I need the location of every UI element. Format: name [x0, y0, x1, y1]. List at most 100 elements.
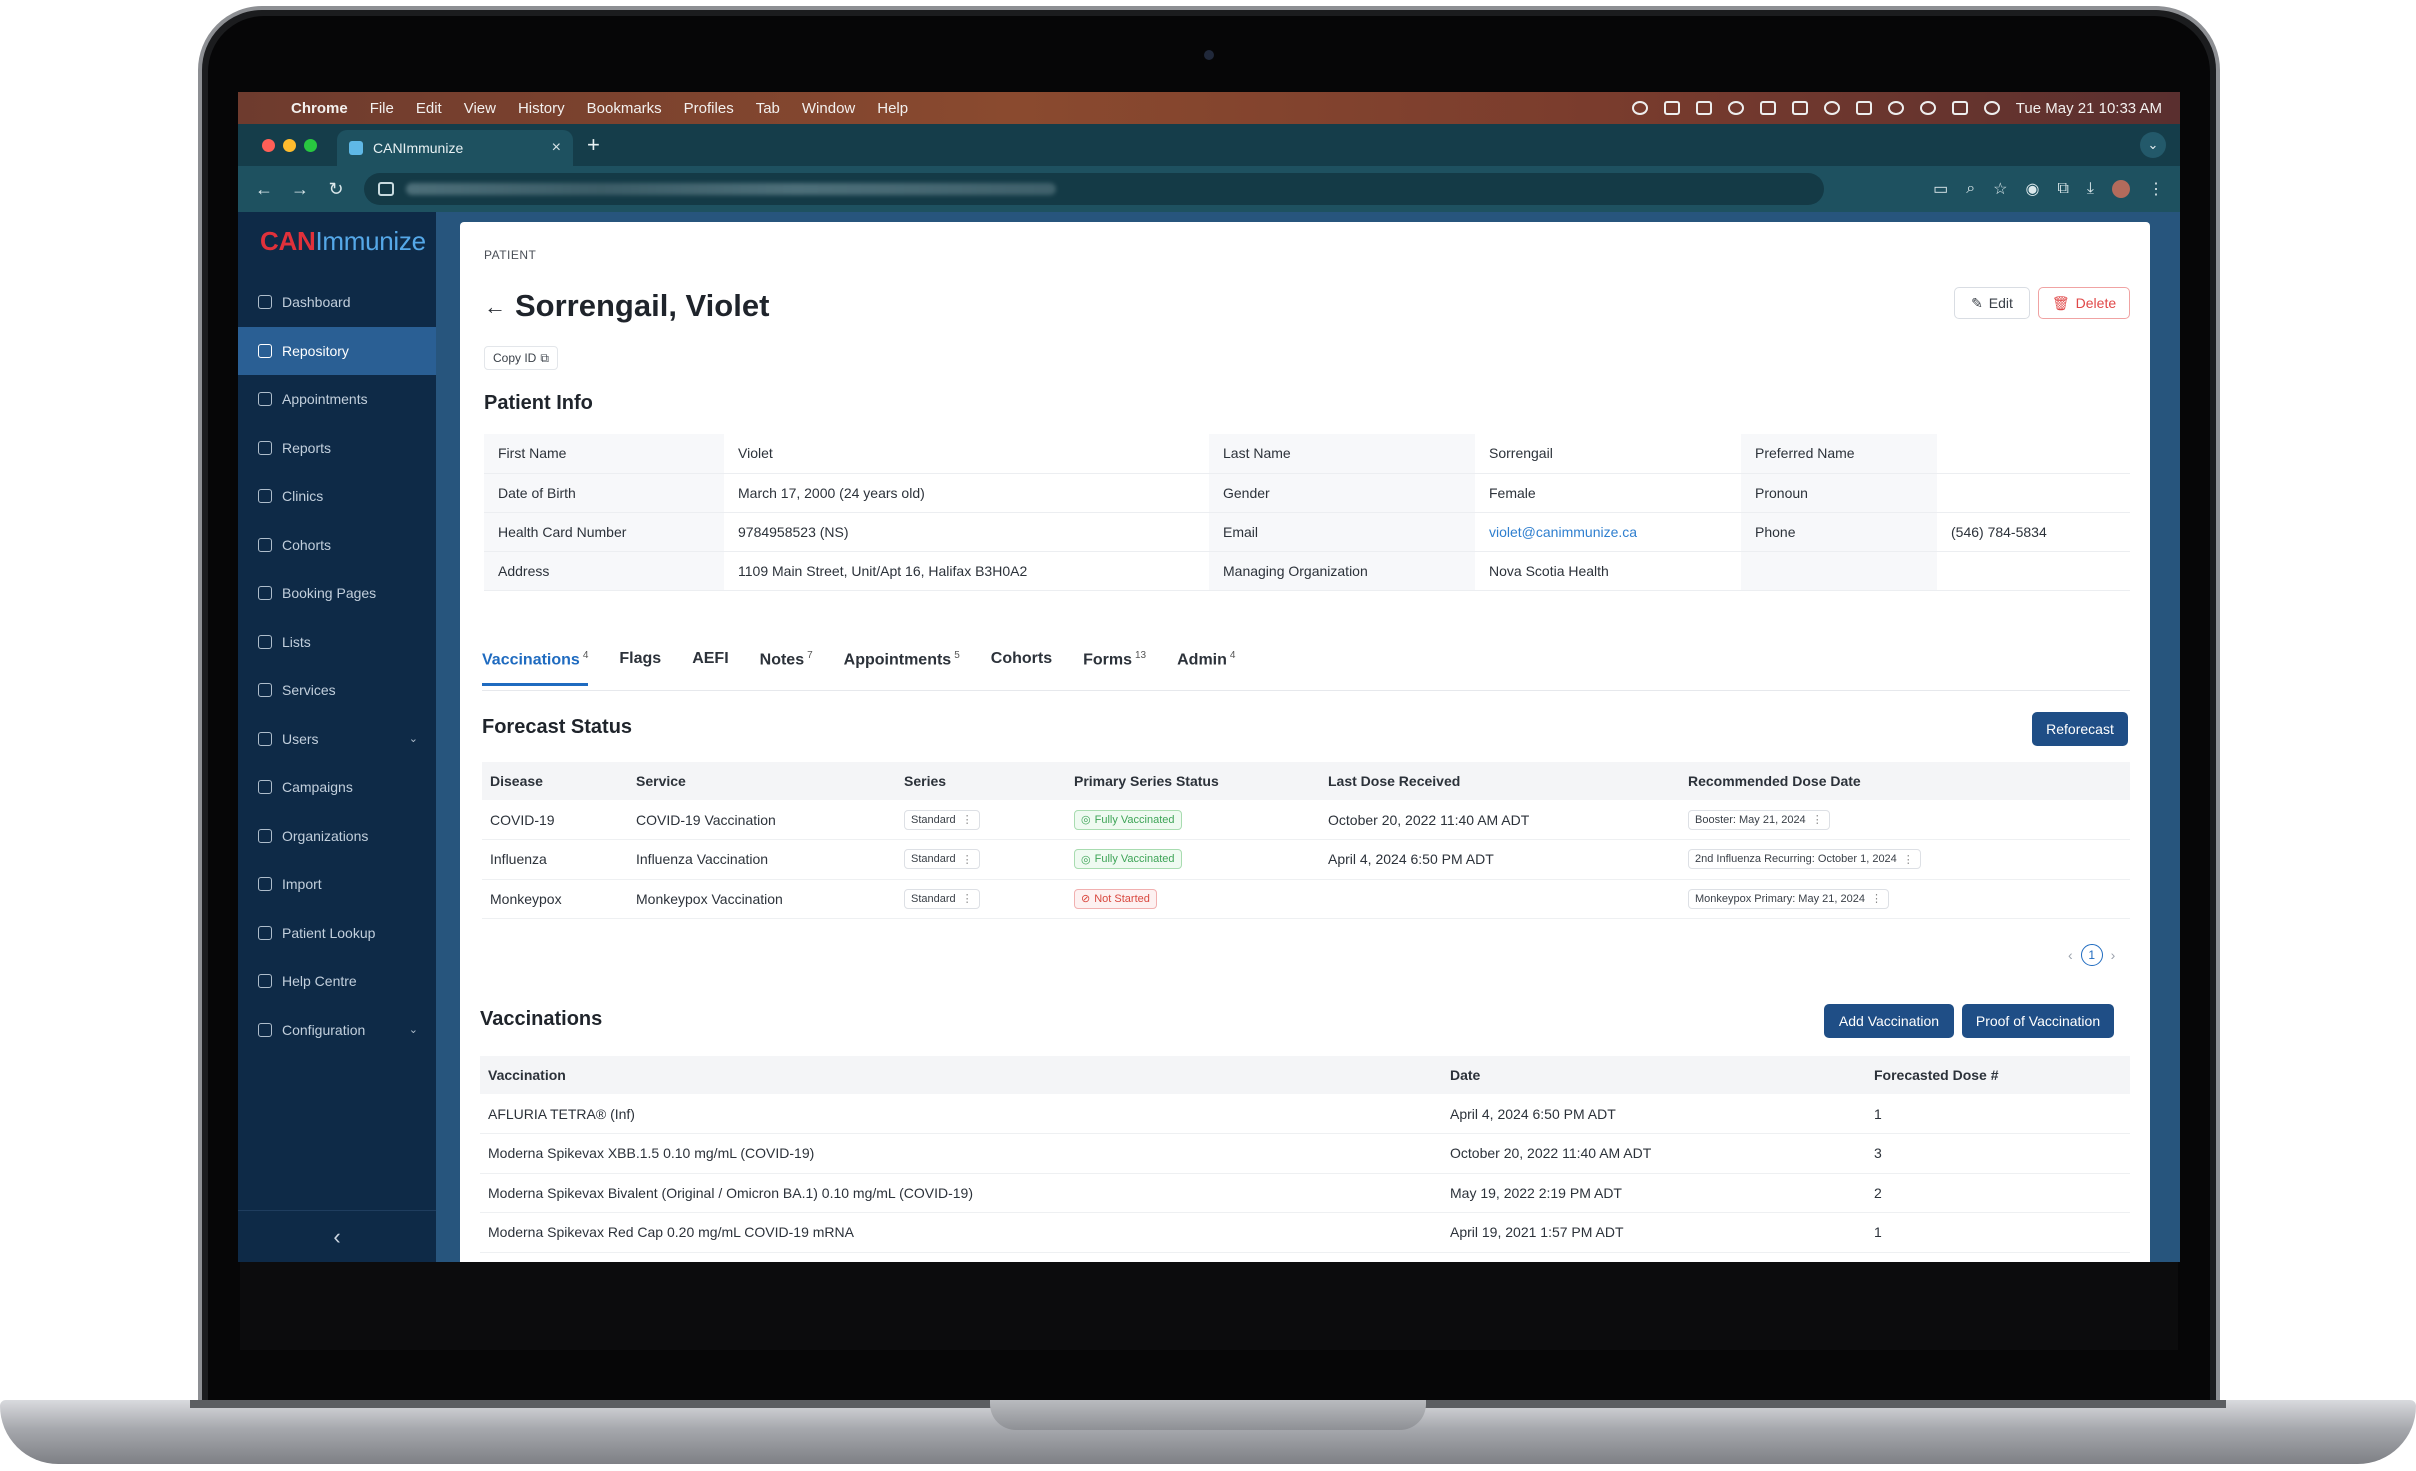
page-number-button[interactable]: 1: [2080, 944, 2103, 966]
notes-status-icon[interactable]: [1695, 101, 1712, 115]
extensions-icon[interactable]: ⧉: [2057, 180, 2068, 198]
column-header[interactable]: Date: [1442, 1056, 1866, 1094]
menu-file[interactable]: File: [359, 100, 405, 117]
tab-vaccinations[interactable]: Vaccinations 4: [482, 650, 589, 687]
close-window-button[interactable]: [262, 138, 275, 152]
sidebar-item-reports[interactable]: Reports: [238, 424, 436, 473]
menu-app-name[interactable]: Chrome: [280, 100, 359, 117]
recommended-chip[interactable]: Monkeypox Primary: May 21, 2024 ⋮: [1688, 888, 1889, 909]
canimmunize-logo[interactable]: CANImmunize: [260, 226, 426, 257]
proof-of-vaccination-button[interactable]: Proof of Vaccination: [1962, 1004, 2114, 1038]
sidebar-item-import[interactable]: Import: [238, 860, 436, 909]
tab-cohorts[interactable]: Cohorts: [991, 650, 1052, 686]
sidebar-item-clinics[interactable]: Clinics: [238, 472, 436, 521]
delete-button[interactable]: 🗑 Delete: [2038, 287, 2130, 319]
sidebar-item-organizations[interactable]: Organizations: [238, 812, 436, 861]
column-header[interactable]: Last Dose Received: [1320, 762, 1680, 800]
menu-bookmarks[interactable]: Bookmarks: [576, 100, 673, 117]
sidebar-item-dashboard[interactable]: Dashboard: [238, 278, 436, 327]
control-center-icon[interactable]: [1951, 101, 1968, 115]
tab-flags[interactable]: Flags: [619, 650, 661, 686]
address-bar[interactable]: [364, 173, 1824, 205]
menu-tab[interactable]: Tab: [745, 100, 791, 117]
collapse-sidebar-button[interactable]: ‹: [238, 1210, 436, 1262]
column-header[interactable]: Primary Series Status: [1066, 762, 1320, 800]
more-menu-icon[interactable]: ⋮: [2148, 179, 2164, 199]
tab-appointments[interactable]: Appointments 5: [844, 650, 960, 686]
cast-icon[interactable]: ▭: [1933, 179, 1948, 199]
sidebar-item-users[interactable]: Users ⌄: [238, 715, 436, 764]
recommended-chip[interactable]: 2nd Influenza Recurring: October 1, 2024…: [1688, 849, 1921, 870]
menu-profiles[interactable]: Profiles: [673, 100, 745, 117]
chevron-down-icon[interactable]: ⌄: [409, 1023, 418, 1036]
sidebar-item-services[interactable]: Services: [238, 666, 436, 715]
sidebar-item-campaigns[interactable]: Campaigns: [238, 763, 436, 812]
sidebar-item-appointments[interactable]: Appointments: [238, 375, 436, 424]
series-chip[interactable]: Standard ⋮: [904, 809, 980, 830]
sidebar-item-lists[interactable]: Lists: [238, 618, 436, 667]
tab-admin[interactable]: Admin 4: [1177, 650, 1235, 686]
sidebar-item-repository[interactable]: Repository: [238, 326, 436, 375]
sidebar-item-patient-lookup[interactable]: Patient Lookup: [238, 909, 436, 958]
site-settings-icon[interactable]: [378, 182, 394, 196]
profile-avatar[interactable]: [2112, 180, 2130, 198]
chevron-right-icon[interactable]: ›: [2111, 947, 2116, 963]
siri-icon[interactable]: [1983, 101, 2000, 115]
tab-search-chevron-icon[interactable]: ⌄: [2140, 132, 2166, 158]
app-status-icon[interactable]: [1663, 101, 1680, 115]
back-button[interactable]: ←: [246, 179, 282, 200]
spotlight-search-icon[interactable]: [1919, 101, 1936, 115]
chevron-left-icon[interactable]: ‹: [2068, 947, 2073, 963]
menubar-clock[interactable]: Tue May 21 10:33 AM: [2016, 100, 2162, 117]
tab-notes[interactable]: Notes 7: [760, 650, 813, 686]
column-header[interactable]: Vaccination: [480, 1056, 1442, 1094]
zoom-status-icon[interactable]: [1631, 101, 1648, 115]
menu-help[interactable]: Help: [866, 100, 919, 117]
bluetooth-icon[interactable]: [1823, 101, 1840, 115]
maximize-window-button[interactable]: [304, 138, 317, 152]
tab-aefi[interactable]: AEFI: [692, 650, 728, 686]
menu-history[interactable]: History: [507, 100, 576, 117]
table-row[interactable]: Moderna Spikevax Bivalent (Original / Om…: [480, 1173, 2130, 1213]
wifi-icon[interactable]: [1887, 101, 1904, 115]
new-tab-button[interactable]: +: [587, 132, 600, 158]
zoom-icon[interactable]: ⌕: [1966, 180, 1975, 198]
download-icon[interactable]: ⤓: [2087, 180, 2094, 198]
calendar-status-icon[interactable]: [1759, 101, 1776, 115]
bookmark-star-icon[interactable]: ☆: [1993, 179, 2007, 199]
sidebar-item-help-centre[interactable]: Help Centre: [238, 957, 436, 1006]
reforecast-button[interactable]: Reforecast: [2032, 712, 2128, 746]
sidebar-item-cohorts[interactable]: Cohorts: [238, 521, 436, 570]
password-manager-icon[interactable]: ◉: [2026, 179, 2040, 199]
tab-forms[interactable]: Forms 13: [1083, 650, 1146, 686]
column-header[interactable]: Recommended Dose Date: [1680, 762, 2130, 800]
column-header[interactable]: Forecasted Dose #: [1866, 1056, 2130, 1094]
column-header[interactable]: Service: [628, 762, 896, 800]
copy-id-button[interactable]: Copy ID ⧉: [484, 346, 558, 370]
add-vaccination-button[interactable]: Add Vaccination: [1824, 1004, 1954, 1038]
menu-view[interactable]: View: [453, 100, 507, 117]
column-header[interactable]: Disease: [482, 762, 628, 800]
table-row[interactable]: AFLURIA TETRA® (Inf) April 4, 2024 6:50 …: [480, 1094, 2130, 1134]
browser-tab-canimmunize[interactable]: CANImmunize ×: [337, 130, 573, 166]
reload-button[interactable]: ↻: [318, 179, 354, 200]
close-tab-icon[interactable]: ×: [552, 139, 561, 157]
sidebar-item-booking-pages[interactable]: Booking Pages: [238, 569, 436, 618]
battery-icon[interactable]: [1855, 101, 1872, 115]
table-row[interactable]: Moderna Spikevax XBB.1.5 0.10 mg/mL (COV…: [480, 1133, 2130, 1174]
column-header[interactable]: Series: [896, 762, 1066, 800]
chevron-down-icon[interactable]: ⌄: [409, 732, 418, 745]
recommended-chip[interactable]: Booster: May 21, 2024 ⋮: [1688, 809, 1830, 830]
forward-button[interactable]: →: [282, 179, 318, 200]
menu-window[interactable]: Window: [791, 100, 866, 117]
email-link[interactable]: violet@canimmunize.ca: [1489, 524, 1637, 540]
minimize-window-button[interactable]: [283, 138, 296, 152]
series-chip[interactable]: Standard ⋮: [904, 888, 980, 909]
table-row[interactable]: Moderna Spikevax Red Cap 0.20 mg/mL COVI…: [480, 1212, 2130, 1253]
series-chip[interactable]: Standard ⋮: [904, 849, 980, 870]
back-arrow-icon[interactable]: ←: [484, 294, 506, 320]
edit-button[interactable]: ✎ Edit: [1954, 287, 2030, 319]
password-status-icon[interactable]: [1727, 101, 1744, 115]
battery-widget-status-icon[interactable]: [1791, 101, 1808, 115]
sidebar-item-configuration[interactable]: Configuration ⌄: [238, 1006, 436, 1055]
